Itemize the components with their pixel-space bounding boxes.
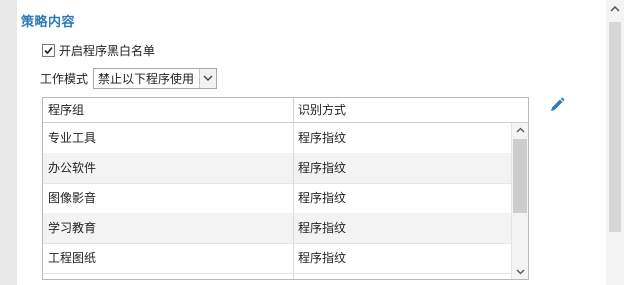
pencil-edit-icon[interactable] — [549, 97, 565, 113]
program-group-cell: 学习教育 — [48, 221, 97, 235]
table-row[interactable]: 办公软件 程序指纹 — [43, 153, 511, 184]
chevron-up-icon[interactable] — [512, 123, 528, 137]
panel-scrollbar-thumb[interactable] — [609, 22, 621, 232]
left-margin — [0, 0, 17, 285]
work-mode-value: 禁止以下程序使用 — [98, 71, 195, 86]
table-scrollbar[interactable] — [511, 123, 528, 279]
work-mode-label: 工作模式 — [40, 71, 89, 86]
table-body: 专业工具 程序指纹 办公软件 程序指纹 图像影音 程序指纹 学习教育 程序指纹 … — [43, 123, 511, 279]
whitelist-label[interactable]: 开启程序黑白名单 — [59, 42, 155, 59]
program-group-cell: 工程图纸 — [48, 251, 97, 265]
program-group-table: 程序组 识别方式 专业工具 程序指纹 办公软件 程序指纹 图像影音 程序指纹 学… — [42, 97, 529, 280]
header-divider — [293, 98, 294, 122]
program-group-cell: 办公软件 — [48, 161, 97, 175]
recognition-method-cell: 程序指纹 — [298, 221, 347, 235]
table-row[interactable]: 工程图纸 程序指纹 — [43, 243, 511, 274]
whitelist-checkbox[interactable] — [42, 43, 55, 57]
column-header-program-group[interactable]: 程序组 — [48, 98, 84, 122]
column-divider — [293, 123, 294, 279]
section-title: 策略内容 — [21, 15, 76, 30]
work-mode-row: 工作模式 禁止以下程序使用 — [40, 67, 218, 89]
table-row[interactable]: 图像影音 程序指纹 — [43, 183, 511, 214]
chevron-down-icon[interactable] — [199, 68, 217, 88]
work-mode-select[interactable]: 禁止以下程序使用 — [93, 67, 218, 89]
table-row[interactable]: 学习教育 程序指纹 — [43, 213, 511, 244]
panel-scrollbar[interactable] — [606, 0, 624, 285]
page: 策略内容 开启程序黑白名单 工作模式 禁止以下程序使用 程序组 识别方式 专业工… — [0, 0, 624, 285]
checkmark-icon — [44, 46, 53, 54]
program-group-cell: 图像影音 — [48, 191, 97, 205]
table-row[interactable]: 专业工具 程序指纹 — [43, 123, 511, 154]
scroll-up-arrow-icon[interactable] — [606, 0, 624, 18]
table-header: 程序组 识别方式 — [43, 98, 528, 123]
recognition-method-cell: 程序指纹 — [298, 191, 347, 205]
recognition-method-cell: 程序指纹 — [298, 251, 347, 265]
column-header-recognition-method[interactable]: 识别方式 — [298, 98, 346, 122]
recognition-method-cell: 程序指纹 — [298, 131, 347, 145]
whitelist-toggle[interactable]: 开启程序黑白名单 — [42, 41, 155, 59]
table-scrollbar-thumb[interactable] — [513, 139, 527, 213]
chevron-down-icon[interactable] — [512, 265, 528, 279]
recognition-method-cell: 程序指纹 — [298, 161, 347, 175]
program-group-cell: 专业工具 — [48, 131, 97, 145]
